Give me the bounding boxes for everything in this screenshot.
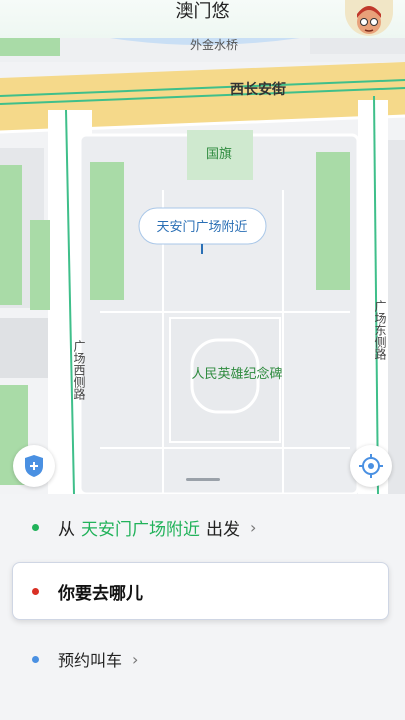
pin-label: 天安门广场附近 (156, 220, 247, 235)
bridge-label: 外金水桥 (190, 38, 238, 52)
avatar[interactable] (345, 0, 393, 36)
flag-label: 国旗 (206, 146, 232, 162)
drag-handle[interactable] (186, 478, 220, 481)
avatar-image (357, 6, 381, 34)
chevron-right-icon: › (132, 649, 139, 669)
shield-icon (25, 455, 43, 477)
locate-icon (359, 454, 383, 478)
west-road-label: 广场西侧路 (72, 340, 86, 401)
pickup-place: 天安门广场附近 (81, 519, 200, 540)
pickup-row[interactable]: 从 天安门广场附近 出发 › (0, 508, 405, 546)
app-header: 澳门悠 (0, 0, 405, 38)
pickup-prefix: 从 (58, 519, 75, 540)
east-road-label: 广场东侧路 (373, 300, 387, 361)
locate-button[interactable] (350, 445, 392, 487)
destination-input[interactable]: 你要去哪儿 (12, 562, 389, 620)
destination-dot (32, 587, 39, 595)
pickup-dot (32, 523, 39, 531)
street-label: 西长安街 (230, 81, 286, 98)
monument-label: 人民英雄纪念碑 (191, 366, 282, 382)
safety-shield-button[interactable] (13, 445, 55, 487)
map-view[interactable]: 外金水桥 西长安街 国旗 人民英雄纪念碑 广场西侧路 广场东侧路 天安门广场附近 (0, 38, 405, 494)
schedule-dot (32, 655, 39, 663)
chevron-right-icon: › (250, 517, 257, 537)
destination-placeholder: 你要去哪儿 (58, 583, 143, 604)
pickup-suffix: 出发 (206, 519, 240, 540)
schedule-label: 预约叫车 (58, 651, 123, 670)
schedule-ride-row[interactable]: 预约叫车 › (0, 640, 405, 678)
map-canvas[interactable]: 外金水桥 西长安街 国旗 人民英雄纪念碑 广场西侧路 广场东侧路 天安门广场附近 (0, 38, 405, 494)
